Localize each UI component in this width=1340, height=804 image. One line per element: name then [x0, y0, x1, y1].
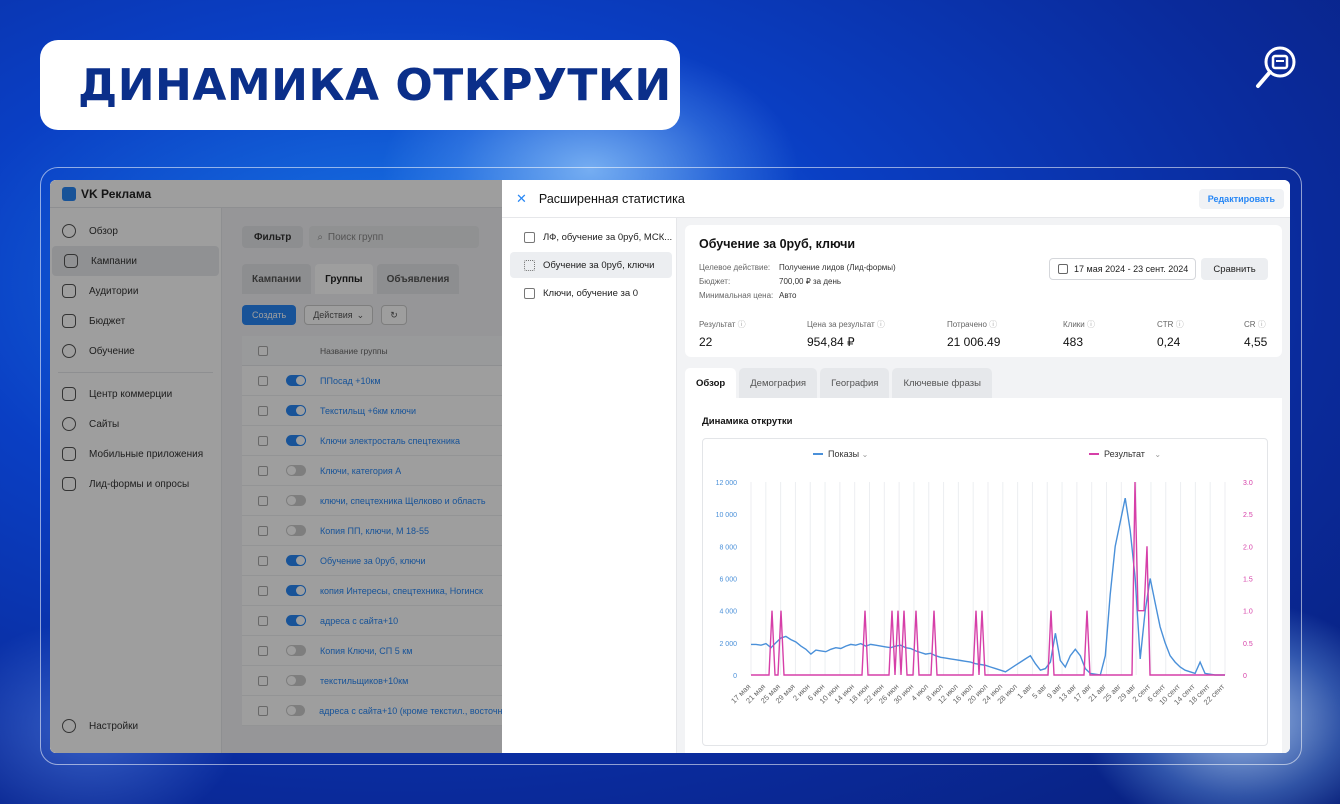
date-range-picker[interactable]: 17 мая 2024 - 23 сент. 2024: [1049, 258, 1196, 280]
delivery-chart: Показы ⌄ Результат ⌄ 17 мая 21 мая 25 мая 29 ма…: [702, 438, 1268, 746]
search-analytics-icon: [1256, 46, 1296, 88]
megaphone-icon: [524, 231, 535, 243]
kpi-value: 22: [699, 335, 713, 349]
y-right-tick: 2.0: [1243, 544, 1253, 551]
tab-keywords[interactable]: Ключевые фразы: [892, 368, 992, 398]
y-left-tick: 2 000: [719, 641, 737, 648]
kpi-2: Потрачено ⓘ 21 006.49: [947, 319, 1000, 349]
app-screenshot: VK Реклама Обзор Кампании Аудитории Бюдж…: [50, 180, 1290, 753]
kpi-label: Результат ⓘ: [699, 320, 746, 329]
y-left-tick: 12 000: [716, 480, 738, 487]
kpi-4: CTR ⓘ 0,24: [1157, 319, 1184, 349]
y-left-tick: 6 000: [719, 577, 737, 584]
kpi-label: Потрачено ⓘ: [947, 320, 998, 329]
info-icon: ⓘ: [737, 320, 746, 329]
meta-key: Минимальная цена:: [699, 291, 774, 300]
info-icon: ⓘ: [1175, 320, 1184, 329]
kpi-label: CR ⓘ: [1244, 320, 1266, 329]
extended-stats-panel: ✕ Расширенная статистика Редактировать Л…: [502, 180, 1290, 753]
tab-demography[interactable]: Демография: [739, 368, 818, 398]
legend-label: Показы: [828, 449, 859, 459]
campaign-tree: ЛФ, обучение за 0руб, МСК... Обучение за…: [502, 218, 677, 753]
y-left-tick: 10 000: [716, 512, 738, 519]
kpi-label: Цена за результат ⓘ: [807, 320, 885, 329]
meta-value: Получение лидов (Лид-формы): [779, 263, 896, 272]
y-right-tick: 3.0: [1243, 480, 1253, 487]
grid-icon: [524, 259, 535, 271]
modal-overlay[interactable]: [50, 180, 502, 753]
kpi-5: CR ⓘ 4,55: [1244, 319, 1267, 349]
compare-button[interactable]: Сравнить: [1201, 258, 1268, 280]
stats-tabs: Обзор Демография География Ключевые фраз…: [685, 368, 995, 398]
tree-item-ad[interactable]: Ключи, обучение за 0: [510, 280, 672, 306]
date-range-value: 17 мая 2024 - 23 сент. 2024: [1074, 264, 1189, 274]
kpi-value: 4,55: [1244, 335, 1268, 349]
meta-key: Бюджет:: [699, 277, 731, 286]
kpi-value: 954,84 ₽: [807, 335, 855, 349]
kpi-value: 483: [1063, 335, 1084, 349]
y-right-tick: 1.0: [1243, 609, 1253, 616]
kpi-0: Результат ⓘ 22: [699, 319, 746, 349]
y-right-tick: 0.5: [1243, 641, 1253, 648]
calendar-icon: [1058, 264, 1068, 274]
y-left-tick: 4 000: [719, 609, 737, 616]
chart-svg: Показы ⌄ Результат ⌄17 мая21 мая25 мая29 ма…: [716, 449, 1253, 707]
info-icon: ⓘ: [989, 320, 998, 329]
summary-card: Обучение за 0руб, ключи Целевое действие…: [685, 225, 1282, 357]
page-title-banner: ДИНАМИКА ОТКРУТКИ: [40, 40, 680, 130]
meta-value: Авто: [779, 291, 797, 300]
chevron-down-icon: ⌄: [862, 450, 869, 459]
kpi-value: 21 006.49: [947, 335, 1001, 349]
y-right-tick: 1.5: [1243, 577, 1253, 584]
kpi-label: CTR ⓘ: [1157, 320, 1184, 329]
kpi-value: 0,24: [1157, 335, 1181, 349]
chart-card: Динамика открутки Показы ⌄ Результат ⌄ 17 ма…: [685, 398, 1282, 753]
y-right-tick: 2.5: [1243, 512, 1253, 519]
info-icon: ⓘ: [1257, 320, 1266, 329]
group-title: Обучение за 0руб, ключи: [699, 237, 856, 251]
meta-value: 700,00 ₽ за день: [779, 277, 842, 286]
stats-content: Обучение за 0руб, ключи Целевое действие…: [677, 218, 1290, 753]
card-icon: [524, 287, 535, 299]
info-icon: ⓘ: [876, 320, 885, 329]
x-tick-label: 5 авг: [1030, 682, 1049, 701]
info-icon: ⓘ: [1087, 320, 1095, 329]
tab-overview[interactable]: Обзор: [685, 368, 737, 398]
y-right-tick: 0: [1243, 673, 1247, 680]
kpi-label: Клики ⓘ: [1063, 320, 1095, 329]
panel-header: ✕ Расширенная статистика: [502, 180, 1290, 218]
edit-button[interactable]: Редактировать: [1198, 189, 1284, 209]
panel-title: Расширенная статистика: [538, 191, 685, 206]
y-left-tick: 0: [733, 673, 737, 680]
chevron-down-icon: ⌄: [1154, 450, 1161, 459]
x-tick-label: 1 авг: [1015, 682, 1034, 701]
close-icon[interactable]: ✕: [516, 191, 527, 207]
campaign-manager: VK Реклама Обзор Кампании Аудитории Бюдж…: [50, 180, 502, 753]
tree-item-campaign[interactable]: ЛФ, обучение за 0руб, МСК...: [510, 224, 672, 250]
group-meta: Целевое действие: Получение лидов (Лид-фо…: [699, 261, 896, 303]
page-title: ДИНАМИКА ОТКРУТКИ: [78, 59, 672, 111]
tab-geography[interactable]: География: [820, 368, 890, 398]
meta-key: Целевое действие:: [699, 263, 771, 272]
chart-title: Динамика открутки: [702, 416, 793, 427]
tree-item-group[interactable]: Обучение за 0руб, ключи: [510, 252, 672, 278]
y-left-tick: 8 000: [719, 544, 737, 551]
kpi-1: Цена за результат ⓘ 954,84 ₽: [807, 319, 885, 349]
legend-label: Результат: [1104, 449, 1145, 459]
kpi-3: Клики ⓘ 483: [1063, 319, 1095, 349]
